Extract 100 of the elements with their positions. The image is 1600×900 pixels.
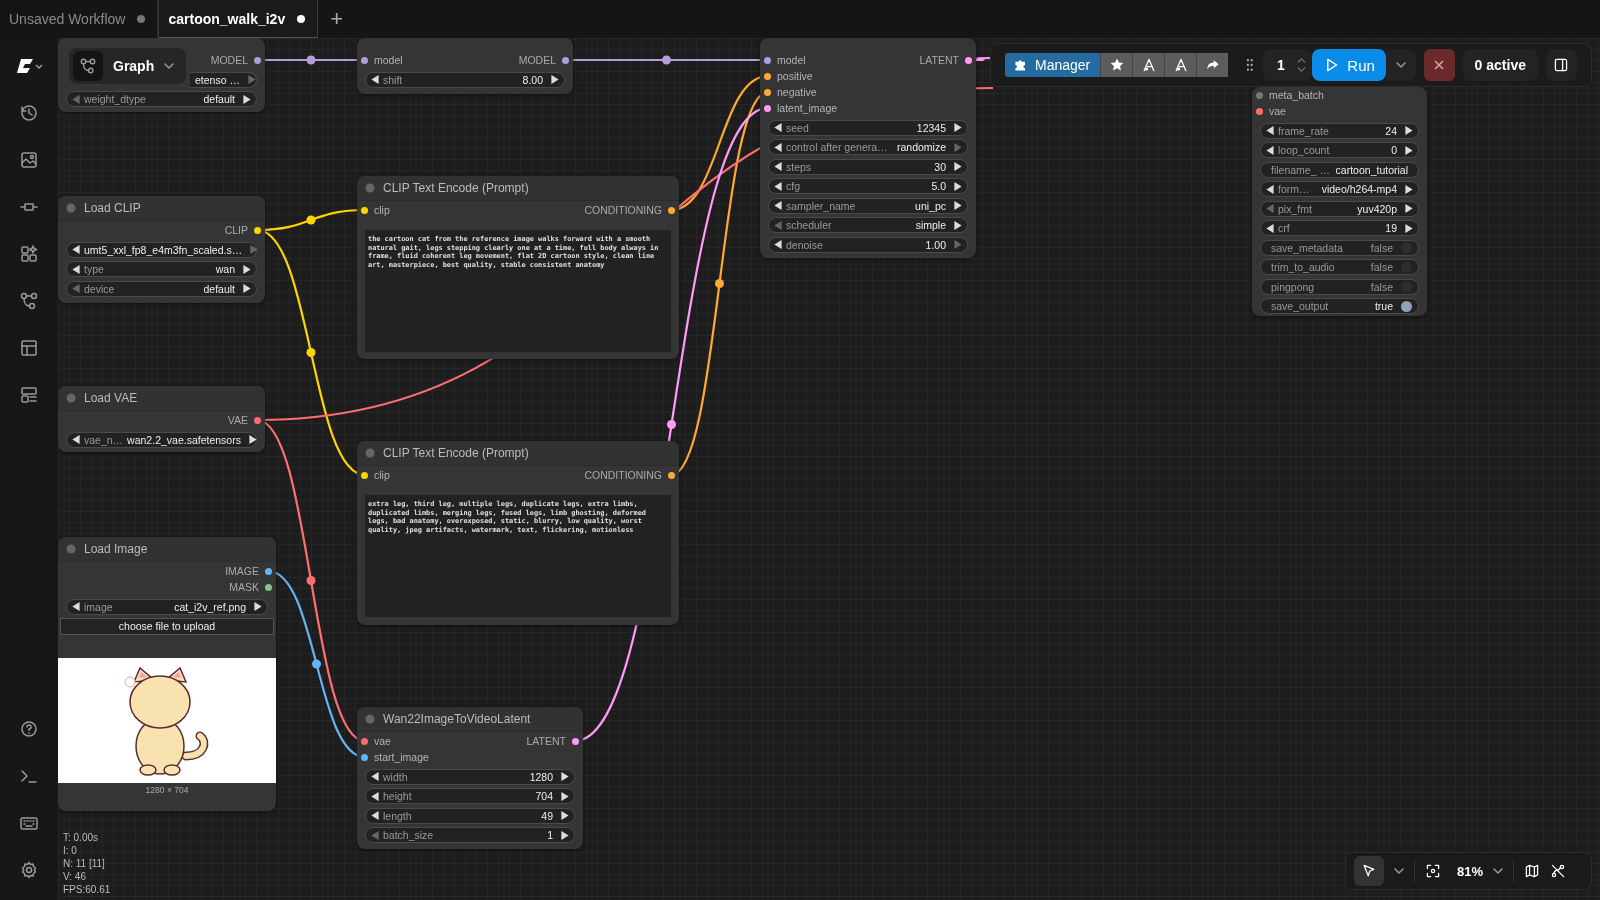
node-card[interactable] [357, 441, 679, 625]
node-card[interactable]: meta_batch vae frame_rate 24 loop_count 0 filename_ … cartoon_tutorial form… video/h264-mp4 pix_fmt yuv420p crf 19 save_metadata false trim_to_audio false pingpong false save_output true [1252, 87, 1427, 316]
port-dot[interactable] [668, 471, 675, 479]
port-dot[interactable] [265, 567, 272, 575]
help-icon[interactable] [19, 719, 39, 739]
template-icon[interactable] [19, 385, 39, 405]
right-arrow-icon[interactable] [1405, 145, 1413, 155]
right-arrow-icon[interactable] [954, 201, 962, 210]
stepper-arrows-icon[interactable] [1296, 57, 1306, 73]
number-stepper[interactable]: steps 30 [768, 158, 968, 175]
right-arrow-icon[interactable] [248, 435, 257, 444]
port-dot[interactable] [265, 583, 272, 591]
left-arrow-icon[interactable] [774, 162, 782, 171]
right-arrow-icon[interactable] [954, 123, 962, 132]
dropdown-field[interactable]: sampler_name uni_pc [768, 197, 968, 214]
right-arrow-icon[interactable] [243, 284, 251, 293]
left-arrow-icon[interactable] [774, 181, 782, 191]
left-arrow-icon[interactable] [774, 123, 782, 132]
port-dot[interactable] [764, 56, 771, 64]
chevron-down-icon[interactable] [1493, 868, 1504, 874]
node-card[interactable]: Load Image IMAGE MASK image cat_i2v_ref.png choose file to upload 1280 × 704 [58, 537, 276, 811]
port-dot[interactable] [764, 88, 771, 96]
number-stepper[interactable]: batch_size 1 [365, 827, 575, 843]
port-dot[interactable] [361, 56, 368, 64]
node-dot-icon[interactable] [66, 544, 76, 554]
left-arrow-icon[interactable] [1266, 145, 1274, 155]
dropdown-field[interactable]: control after genera… randomize [768, 139, 968, 155]
dropdown-field[interactable]: image cat_i2v_ref.png [66, 598, 268, 615]
left-arrow-icon[interactable] [774, 142, 782, 152]
toggle-switch[interactable]: trim_to_audio false [1260, 259, 1419, 275]
node-dot-icon[interactable] [66, 393, 76, 403]
hide-links-icon[interactable] [1550, 863, 1567, 879]
node-dot-icon[interactable] [66, 203, 76, 213]
left-arrow-icon[interactable] [72, 602, 80, 611]
node-card[interactable] [357, 176, 679, 359]
node-card[interactable]: model MODEL shift 8.00 [357, 38, 573, 94]
port-dot[interactable] [764, 104, 771, 112]
right-arrow-icon[interactable] [561, 811, 569, 820]
graph-icon[interactable] [19, 291, 39, 311]
dropdown-field[interactable]: pix_fmt yuv420p [1260, 200, 1419, 217]
right-arrow-icon[interactable] [954, 162, 962, 171]
right-arrow-icon[interactable] [561, 791, 569, 801]
select-tool-button[interactable] [1354, 856, 1384, 886]
dropdown-field[interactable]: form… video/h264-mp4 [1260, 181, 1419, 197]
port-dot[interactable] [361, 471, 368, 479]
number-stepper[interactable]: height 704 [365, 788, 575, 804]
number-stepper[interactable]: seed 12345 [768, 119, 968, 136]
number-stepper[interactable]: length 49 [365, 807, 575, 824]
left-arrow-icon[interactable] [1266, 223, 1274, 233]
port-dot[interactable] [254, 416, 261, 424]
port-dot[interactable] [361, 737, 368, 745]
tool-button[interactable] [1132, 53, 1165, 77]
left-arrow-icon[interactable] [1266, 126, 1274, 135]
port-dot[interactable] [572, 737, 579, 745]
right-arrow-icon[interactable] [254, 602, 262, 611]
port-dot[interactable] [1256, 107, 1263, 115]
node-dot-icon[interactable] [365, 183, 375, 193]
right-arrow-icon[interactable] [1405, 126, 1413, 135]
queue-count-field[interactable]: 1 [1262, 49, 1312, 81]
number-stepper[interactable]: loop_count 0 [1260, 142, 1419, 158]
map-icon[interactable] [1524, 863, 1541, 879]
node-card[interactable]: Load VAE VAE vae_n… wan2.2_vae.safetensors [58, 386, 265, 452]
drag-handle-icon[interactable] [1246, 58, 1254, 72]
dropdown-field[interactable]: umt5_xxl_fp8_e4m3fn_scaled.s… [66, 241, 257, 258]
layout-icon[interactable] [19, 338, 39, 358]
settings-icon[interactable] [19, 860, 39, 880]
toggle-switch[interactable]: save_output true [1260, 298, 1419, 314]
right-arrow-icon[interactable] [1405, 184, 1413, 194]
port-dot[interactable] [361, 753, 368, 761]
right-arrow-icon[interactable] [551, 75, 559, 84]
number-stepper[interactable]: denoise 1.00 [768, 236, 968, 253]
manager-button[interactable]: Manager [1005, 53, 1101, 77]
dropdown-field[interactable]: etenso … [190, 71, 257, 88]
toggle-switch[interactable]: pingpong false [1260, 278, 1419, 295]
port-dot[interactable] [562, 56, 569, 64]
port-dot[interactable] [965, 56, 972, 64]
graph-menu-button[interactable]: Graph [69, 48, 186, 84]
image-icon[interactable] [19, 150, 39, 170]
left-arrow-icon[interactable] [72, 435, 80, 444]
node-card[interactable]: Load CLIP CLIP umt5_xxl_fp8_e4m3fn_scaled.s… type wan device default [58, 196, 265, 303]
left-arrow-icon[interactable] [774, 240, 782, 249]
dropdown-field[interactable]: weight_dtype default [66, 91, 257, 107]
number-stepper[interactable]: shift 8.00 [365, 71, 565, 88]
node-card[interactable]: Wan22ImageToVideoLatent vae LATENT start_image width 1280 height 704 length 49 batch_size 1 [357, 707, 583, 849]
text-field[interactable]: filename_ … cartoon_tutorial [1260, 161, 1419, 178]
left-arrow-icon[interactable] [1266, 184, 1274, 194]
number-stepper[interactable]: width 1280 [365, 768, 575, 785]
node-dot-icon[interactable] [365, 714, 375, 724]
right-arrow-icon[interactable] [954, 181, 962, 191]
share-button[interactable] [1196, 53, 1229, 77]
left-arrow-icon[interactable] [371, 772, 379, 781]
number-stepper[interactable]: crf 19 [1260, 220, 1419, 236]
port-dot[interactable] [361, 206, 368, 214]
new-tab-button[interactable]: + [318, 0, 356, 38]
left-arrow-icon[interactable] [72, 264, 80, 274]
fit-view-icon[interactable] [1425, 863, 1441, 879]
workflow-tab[interactable]: cartoon_walk_i2v [158, 0, 319, 38]
zoom-level-button[interactable]: 81% [1457, 863, 1484, 879]
panel-toggle-button[interactable] [1546, 49, 1577, 81]
number-stepper[interactable]: frame_rate 24 [1260, 122, 1419, 139]
